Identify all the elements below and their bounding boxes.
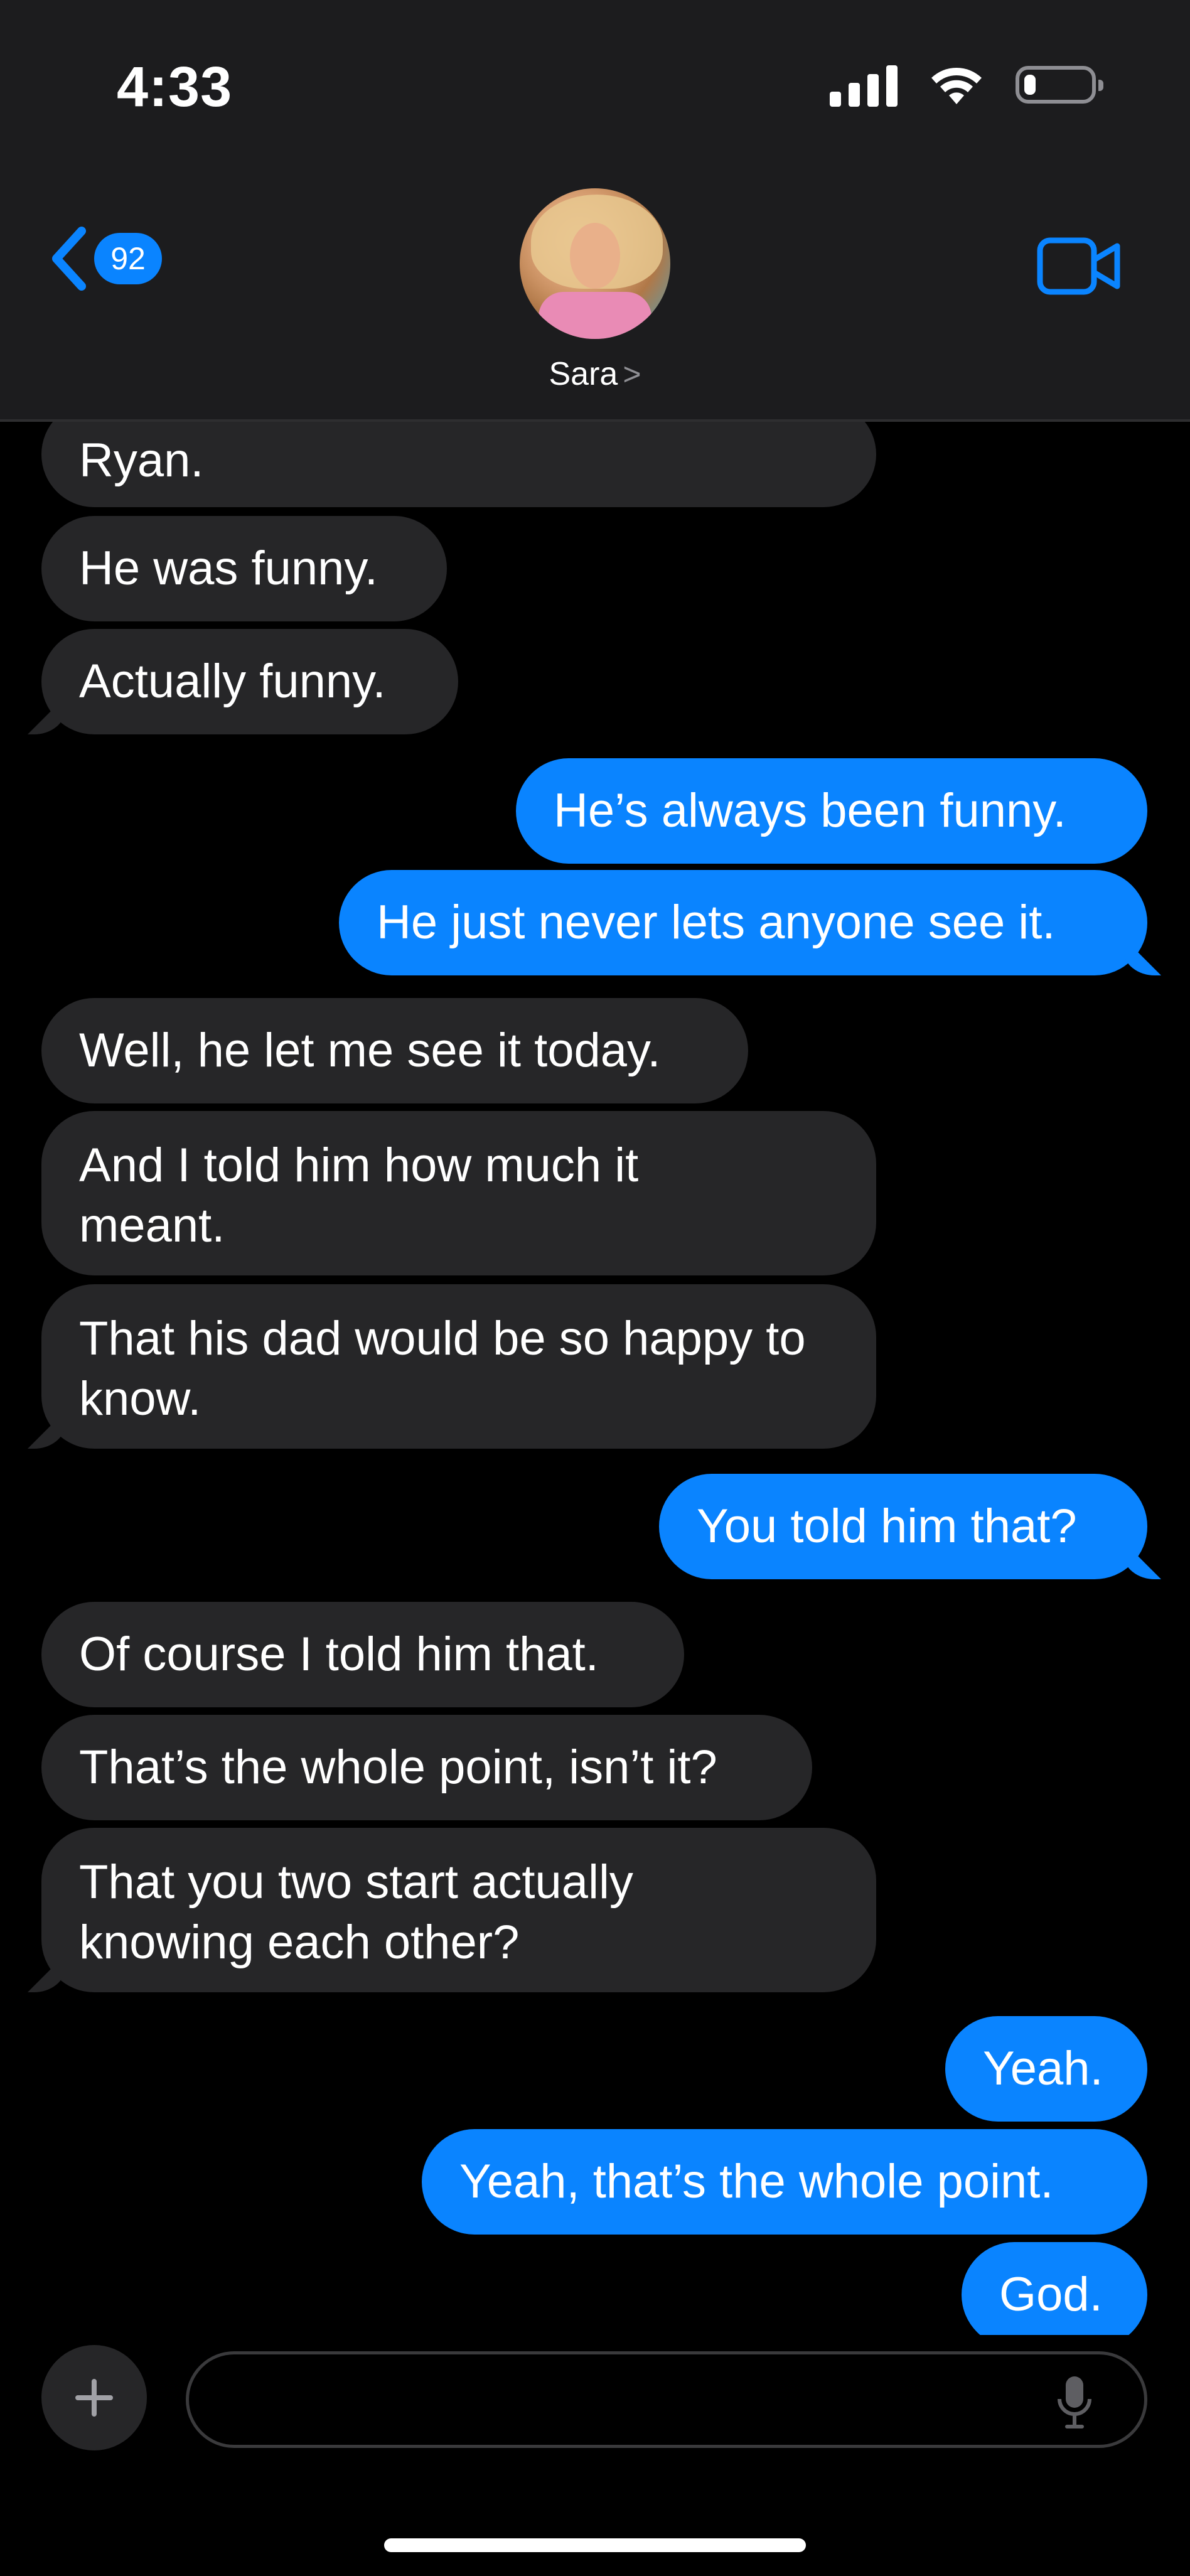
message-bubble-outgoing[interactable]: Yeah. <box>945 2016 1147 2122</box>
message-bubble-outgoing[interactable]: You told him that? <box>659 1474 1147 1579</box>
home-indicator[interactable] <box>384 2538 806 2552</box>
wifi-icon <box>931 68 982 104</box>
status-time: 4:33 <box>117 56 233 119</box>
contact-name: Sara <box>549 356 618 392</box>
message-thread[interactable]: Ryan. He was funny. Actually funny. He’s… <box>0 377 1190 2335</box>
message-input[interactable] <box>186 2351 1147 2448</box>
message-bubble-outgoing[interactable]: Yeah, that’s the whole point. <box>422 2129 1147 2235</box>
message-text: Yeah, that’s the whole point. <box>459 2155 1054 2208</box>
add-attachment-button[interactable] <box>41 2345 147 2450</box>
message-text: He’s always been funny. <box>554 784 1066 837</box>
microphone-icon[interactable] <box>1054 2374 1095 2430</box>
message-text: Of course I told him that. <box>79 1628 599 1681</box>
contact-name-button[interactable]: Sara > <box>0 355 1190 393</box>
message-text: He was funny. <box>79 542 378 595</box>
message-text: And I told him how much it meant. <box>79 1139 639 1252</box>
message-text: He just never lets anyone see it. <box>377 896 1056 949</box>
conversation-header: 4:33 92 Sara > <box>0 0 1190 422</box>
message-text: That his dad would be so happy to know. <box>79 1312 806 1425</box>
message-bubble-incoming[interactable]: That you two start actually knowing each… <box>41 1828 876 1992</box>
back-button[interactable]: 92 <box>49 226 162 291</box>
message-bubble-incoming[interactable]: Actually funny. <box>41 629 458 734</box>
message-text: That you two start actually knowing each… <box>79 1855 633 1969</box>
message-text: Well, he let me see it today. <box>79 1024 661 1077</box>
message-bubble-incoming[interactable]: That his dad would be so happy to know. <box>41 1284 876 1449</box>
message-text: Actually funny. <box>79 655 386 708</box>
message-text: You told him that? <box>697 1500 1077 1553</box>
message-bubble-incoming[interactable]: That’s the whole point, isn’t it? <box>41 1715 812 1820</box>
message-bubble-incoming[interactable]: Well, he let me see it today. <box>41 998 748 1103</box>
status-icons <box>830 63 1103 107</box>
message-bubble-incoming[interactable]: And I told him how much it meant. <box>41 1111 876 1275</box>
message-text: Ryan. <box>79 434 204 487</box>
message-bubble-incoming[interactable]: Of course I told him that. <box>41 1602 684 1707</box>
message-bubble-outgoing[interactable]: God. <box>962 2242 1147 2335</box>
chevron-right-icon: > <box>623 357 641 392</box>
chevron-left-icon <box>52 227 86 291</box>
unread-count-badge: 92 <box>94 233 162 284</box>
messages-screen: Ryan. He was funny. Actually funny. He’s… <box>0 0 1190 2576</box>
cellular-signal-icon <box>830 63 898 107</box>
video-camera-icon <box>1037 237 1120 295</box>
plus-icon <box>75 2379 113 2417</box>
message-bubble-outgoing[interactable]: He’s always been funny. <box>516 758 1147 864</box>
message-bubble-outgoing[interactable]: He just never lets anyone see it. <box>339 870 1147 975</box>
contact-avatar[interactable] <box>520 188 670 339</box>
message-text: Yeah. <box>983 2042 1103 2095</box>
message-text: That’s the whole point, isn’t it? <box>79 1741 717 1794</box>
message-text: God. <box>999 2268 1103 2321</box>
battery-icon <box>1016 66 1103 104</box>
facetime-video-button[interactable] <box>1037 237 1121 298</box>
message-bubble-incoming[interactable]: He was funny. <box>41 516 447 621</box>
